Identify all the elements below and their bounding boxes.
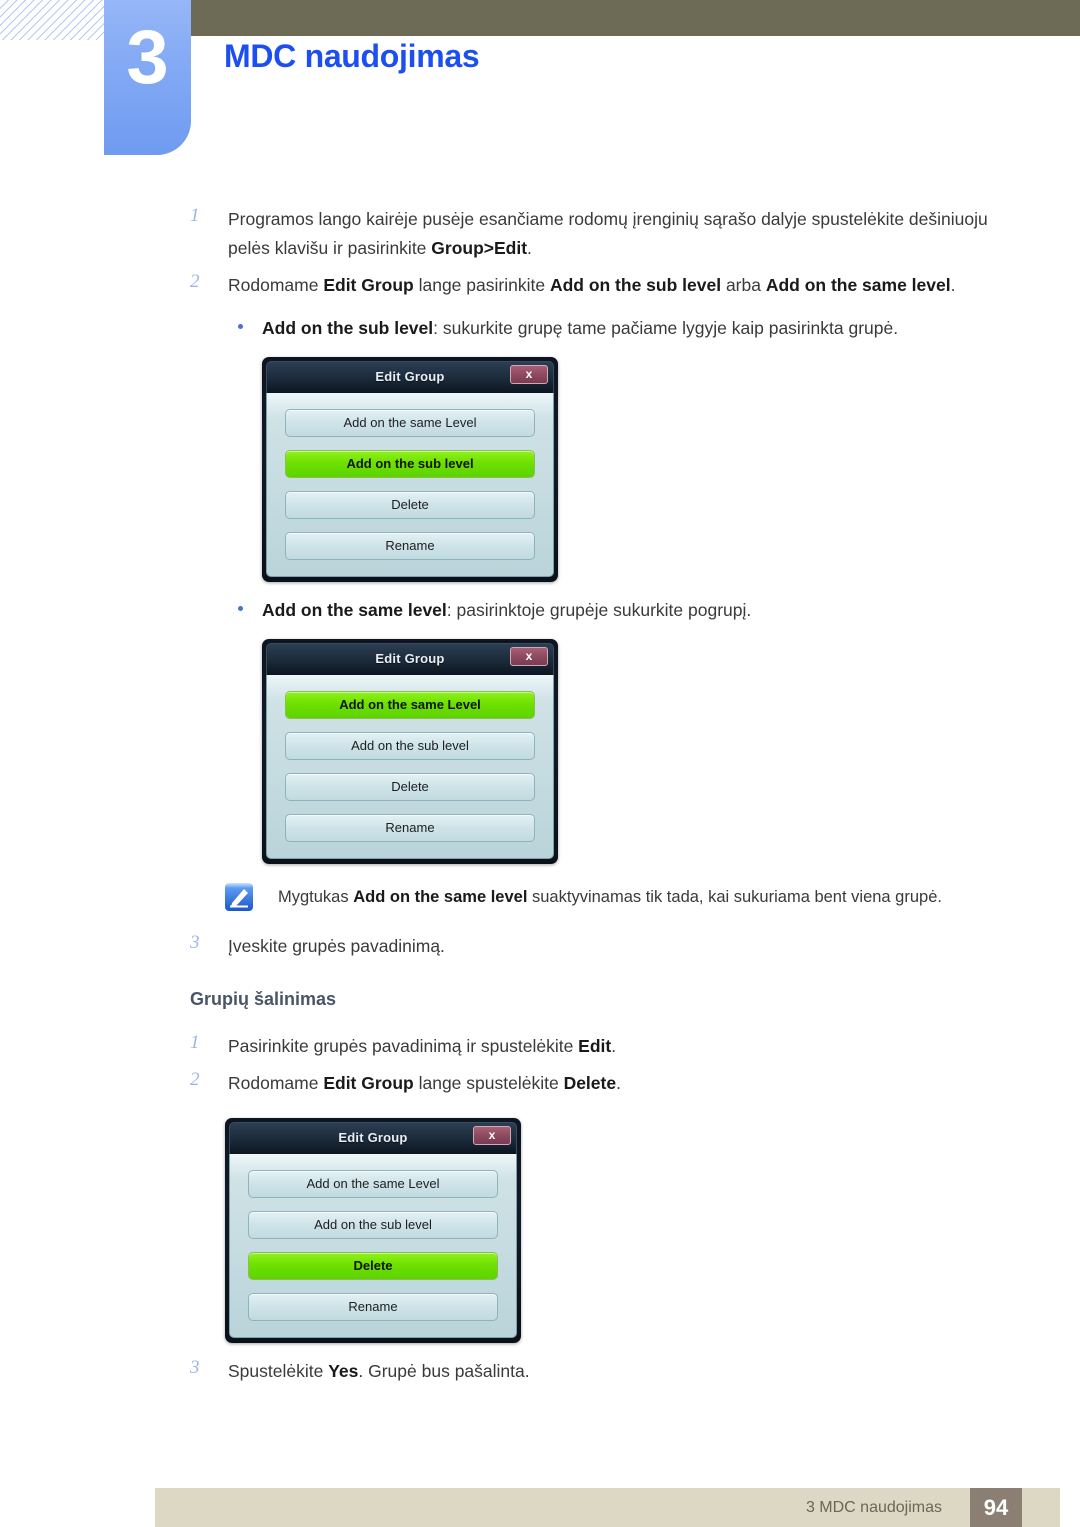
add-on-sub-level-button[interactable]: Add on the sub level [248,1211,498,1239]
bullet-item-same-level: Add on the same level: pasirinktoje grup… [0,596,1080,625]
step-number: 1 [190,205,200,226]
delete-button[interactable]: Delete [248,1252,498,1280]
add-on-same-level-button[interactable]: Add on the same Level [248,1170,498,1198]
bullet-item-sub-level: Add on the sub level: sukurkite grupę ta… [0,314,1080,343]
dialog-titlebar: Edit Group x [266,643,554,675]
delete-button[interactable]: Delete [285,491,535,519]
page-title: MDC naudojimas [224,38,480,74]
bullet-dot-icon [238,324,243,329]
edit-group-dialog: Edit Group x Add on the same Level Add o… [262,357,558,582]
rename-button[interactable]: Rename [248,1293,498,1321]
step-text: Rodomame Edit Group lange spustelėkite D… [228,1073,621,1093]
dialog-body: Add on the same Level Add on the sub lev… [229,1154,517,1338]
header-olive-bar [190,0,1080,36]
dialog-titlebar: Edit Group x [229,1122,517,1154]
step-text: Įveskite grupės pavadinimą. [228,936,445,956]
add-on-same-level-button[interactable]: Add on the same Level [285,691,535,719]
close-icon[interactable]: x [510,647,548,666]
note-pen-icon [224,882,254,912]
step-number: 2 [190,1069,200,1090]
step-number: 1 [190,1032,200,1053]
rename-button[interactable]: Rename [285,532,535,560]
bullet-text: Add on the same level: pasirinktoje grup… [262,600,752,620]
dialog-titlebar: Edit Group x [266,361,554,393]
step-item: 2 Rodomame Edit Group lange spustelėkite… [0,1069,1080,1098]
dialog-body: Add on the same Level Add on the sub lev… [266,675,554,859]
step-item: 2 Rodomame Edit Group lange pasirinkite … [0,271,1080,300]
step-text: Programos lango kairėje pusėje esančiame… [228,209,988,258]
dialog-figure-same-level: Edit Group x Add on the same Level Add o… [0,639,1080,864]
step-item: 1 Pasirinkite grupės pavadinimą ir spust… [0,1032,1080,1061]
document-content: 1 Programos lango kairėje pusėje esančia… [0,205,1080,1394]
step-number: 2 [190,271,200,292]
step-item: 3 Įveskite grupės pavadinimą. [0,932,1080,961]
step-text: Rodomame Edit Group lange pasirinkite Ad… [228,275,956,295]
step-text: Spustelėkite Yes. Grupė bus pašalinta. [228,1361,530,1381]
step-item: 1 Programos lango kairėje pusėje esančia… [0,205,1080,263]
note-block: Mygtukas Add on the same level suaktyvin… [0,882,1080,916]
step-number: 3 [190,1357,200,1378]
bullet-text: Add on the sub level: sukurkite grupę ta… [262,318,899,338]
step-number: 3 [190,932,200,953]
step-item: 3 Spustelėkite Yes. Grupė bus pašalinta. [0,1357,1080,1386]
delete-button[interactable]: Delete [285,773,535,801]
add-on-same-level-button[interactable]: Add on the same Level [285,409,535,437]
close-icon[interactable]: x [510,365,548,384]
page-number: 94 [970,1488,1022,1527]
add-on-sub-level-button[interactable]: Add on the sub level [285,732,535,760]
rename-button[interactable]: Rename [285,814,535,842]
section-heading: Grupių šalinimas [190,989,337,1009]
chapter-tab: 3 [104,0,191,155]
step-text: Pasirinkite grupės pavadinimą ir spustel… [228,1036,617,1056]
close-icon[interactable]: x [473,1126,511,1145]
chapter-number: 3 [126,15,169,100]
footer-label: 3 MDC naudojimas [805,1499,942,1516]
dialog-figure-delete: Edit Group x Add on the same Level Add o… [0,1118,1080,1343]
dialog-figure-sub-level: Edit Group x Add on the same Level Add o… [0,357,1080,582]
add-on-sub-level-button[interactable]: Add on the sub level [285,450,535,478]
note-text: Mygtukas Add on the same level suaktyvin… [278,888,942,906]
edit-group-dialog: Edit Group x Add on the same Level Add o… [225,1118,521,1343]
edit-group-dialog: Edit Group x Add on the same Level Add o… [262,639,558,864]
bullet-dot-icon [238,606,243,611]
dialog-body: Add on the same Level Add on the sub lev… [266,393,554,577]
footer-bar: 3 MDC naudojimas 94 [155,1488,1060,1527]
